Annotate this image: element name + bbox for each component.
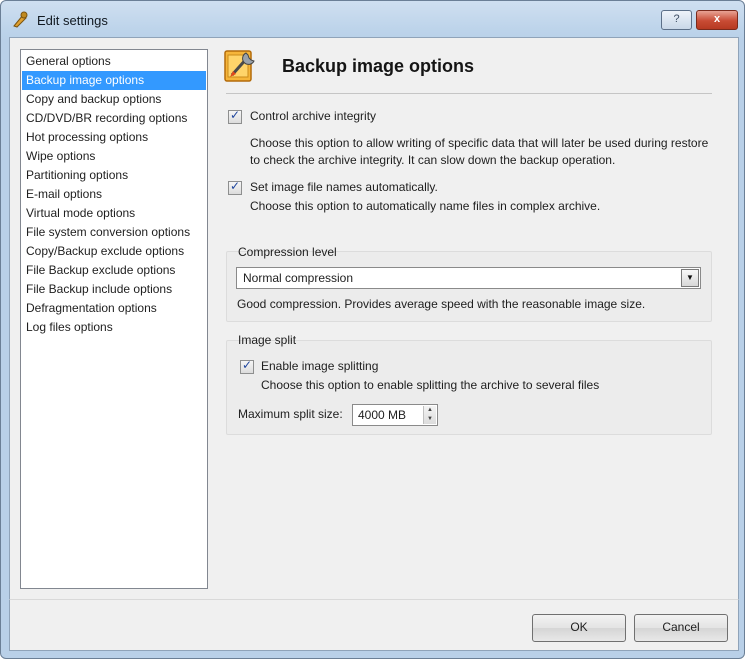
nav-item-copy-and-backup-options[interactable]: Copy and backup options <box>22 90 206 109</box>
edit-settings-window: Edit settings ? x General options Backup… <box>0 0 745 659</box>
nav-item-email-options[interactable]: E-mail options <box>22 185 206 204</box>
nav-item-file-system-conversion-options[interactable]: File system conversion options <box>22 223 206 242</box>
compression-level-value: Normal compression <box>243 271 354 285</box>
compression-level-description: Good compression. Provides average speed… <box>237 297 646 311</box>
nav-item-copy-backup-exclude-options[interactable]: Copy/Backup exclude options <box>22 242 206 261</box>
compression-level-select[interactable]: Normal compression ▼ <box>236 267 701 289</box>
close-button[interactable]: x <box>696 10 738 30</box>
nav-item-general-options[interactable]: General options <box>22 52 206 71</box>
nav-item-defragmentation-options[interactable]: Defragmentation options <box>22 299 206 318</box>
page-title: Backup image options <box>282 56 475 76</box>
auto-file-names-label: Set image file names automatically. <box>250 180 438 194</box>
control-archive-integrity-description: Choose this option to allow writing of s… <box>250 136 709 167</box>
nav-item-file-backup-include-options[interactable]: File Backup include options <box>22 280 206 299</box>
spin-up-icon[interactable]: ▲ <box>424 406 436 415</box>
chevron-down-icon[interactable]: ▼ <box>681 269 699 287</box>
title-bar: Edit settings ? x <box>1 1 744 39</box>
check-mark-icon: ✓ <box>230 179 241 193</box>
image-split-title: Image split <box>238 333 297 347</box>
nav-list: General options Backup image options Cop… <box>21 50 207 337</box>
nav-item-partitioning-options[interactable]: Partitioning options <box>22 166 206 185</box>
cancel-button[interactable]: Cancel <box>634 614 728 642</box>
check-mark-icon: ✓ <box>230 108 241 122</box>
image-splitting-description: Choose this option to enable splitting t… <box>261 378 600 392</box>
control-archive-integrity-checkbox[interactable]: ✓ <box>228 108 242 124</box>
dialog-body: General options Backup image options Cop… <box>9 37 739 601</box>
window-title: Edit settings <box>37 13 108 28</box>
maximum-split-size-value: 4000 MB <box>358 408 407 422</box>
spin-buttons[interactable]: ▲ ▼ <box>423 406 436 424</box>
nav-item-wipe-options[interactable]: Wipe options <box>22 147 206 166</box>
ok-button[interactable]: OK <box>532 614 626 642</box>
maximum-split-size-label: Maximum split size: <box>238 407 343 421</box>
auto-file-names-description: Choose this option to automatically name… <box>250 199 601 213</box>
nav-item-backup-image-options[interactable]: Backup image options <box>22 71 206 90</box>
settings-tools-icon <box>224 50 255 82</box>
check-mark-icon: ✓ <box>242 358 253 372</box>
help-button[interactable]: ? <box>661 10 692 30</box>
enable-image-splitting-checkbox[interactable]: ✓ <box>240 358 254 374</box>
title-divider <box>226 93 712 94</box>
options-category-list[interactable]: General options Backup image options Cop… <box>20 49 208 589</box>
auto-file-names-checkbox[interactable]: ✓ <box>228 179 242 195</box>
nav-item-log-files-options[interactable]: Log files options <box>22 318 206 337</box>
nav-item-hot-processing-options[interactable]: Hot processing options <box>22 128 206 147</box>
spin-down-icon[interactable]: ▼ <box>424 415 436 424</box>
settings-app-icon <box>13 11 28 28</box>
enable-image-splitting-label: Enable image splitting <box>261 359 379 373</box>
maximum-split-size-input[interactable]: 4000 MB ▲ ▼ <box>352 404 438 426</box>
dialog-footer: OK Cancel <box>9 599 739 651</box>
control-archive-integrity-label: Control archive integrity <box>250 109 377 123</box>
compression-level-title: Compression level <box>238 245 337 259</box>
nav-item-file-backup-exclude-options[interactable]: File Backup exclude options <box>22 261 206 280</box>
nav-item-virtual-mode-options[interactable]: Virtual mode options <box>22 204 206 223</box>
nav-item-cd-dvd-br-recording-options[interactable]: CD/DVD/BR recording options <box>22 109 206 128</box>
